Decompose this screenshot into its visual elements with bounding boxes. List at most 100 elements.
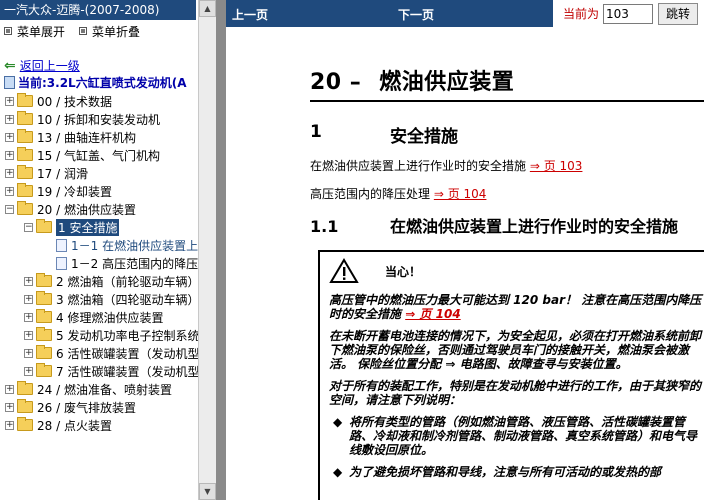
expand-toggle-icon[interactable]: +: [24, 366, 33, 376]
toc-line-text: 在燃油供应装置上进行作业时的安全措施: [310, 159, 527, 173]
caution-bullet-text: 将所有类型的管路（例如燃油管路、液压管路、活性碳罐装置管路、冷却液和制冷剂管路、…: [349, 415, 698, 457]
next-page-button[interactable]: 下一页: [398, 6, 434, 23]
page-reference-link[interactable]: ⇒ 页 104: [434, 187, 487, 201]
open-folder-icon: [36, 219, 52, 233]
folder-icon: [17, 381, 33, 395]
tree-item-label[interactable]: 6 活性碳罐装置（发动机型: [56, 345, 198, 362]
scroll-up-icon[interactable]: ▲: [199, 0, 216, 17]
tree-item-label[interactable]: 5 发动机功率电子控制系统: [56, 327, 198, 344]
vertical-scrollbar[interactable]: ▲ ▼: [198, 0, 216, 500]
navigation-pane: 一汽大众-迈腾-(2007-2008) 菜单展开 菜单折叠 ⇐ 返回上一级 当前…: [0, 0, 216, 500]
expand-toggle-icon[interactable]: +: [24, 348, 33, 358]
page-number-input[interactable]: [603, 3, 654, 24]
expand-toggle-icon[interactable]: +: [5, 402, 14, 412]
current-location: 当前:3.2L六缸直喷式发动机(A: [4, 74, 198, 91]
expand-toggle-icon[interactable]: +: [5, 96, 14, 106]
tree-item[interactable]: + 6 活性碳罐装置（发动机型: [0, 344, 198, 362]
tree-item[interactable]: + 2 燃油箱（前轮驱动车辆）: [0, 272, 198, 290]
expand-toggle-icon[interactable]: +: [5, 114, 14, 124]
section-heading: 1 安全措施: [310, 122, 704, 147]
tree-item-label[interactable]: 1－2 高压范围内的降压: [71, 255, 198, 272]
tree-item[interactable]: + 26 / 废气排放装置: [0, 398, 198, 416]
tree-item-label[interactable]: 10 / 拆卸和安装发动机: [37, 111, 160, 128]
tree-item-label[interactable]: 4 修理燃油供应装置: [56, 309, 163, 326]
tree-item-label[interactable]: 13 / 曲轴连杆机构: [37, 129, 136, 146]
collapse-toggle-icon[interactable]: −: [24, 222, 33, 232]
expand-toggle-icon[interactable]: +: [24, 276, 33, 286]
bullet-icon: ◆: [333, 415, 343, 429]
tree-item[interactable]: + 17 / 润滑: [0, 164, 198, 182]
tree-item-label[interactable]: 7 活性碳罐装置（发动机型: [56, 363, 198, 380]
square-icon: [79, 27, 88, 35]
warning-triangle-icon: [329, 258, 359, 283]
prev-page-button[interactable]: 上一页: [232, 6, 268, 23]
caution-bullet: ◆ 为了避免损坏管路和导线，注意与所有可活动的或发热的部: [329, 465, 704, 479]
expand-toggle-icon[interactable]: +: [5, 186, 14, 196]
caution-paragraph-text: 高压管中的燃油压力最大可能达到 120 bar！ 注意在高压范围内降压时的安全措…: [329, 293, 702, 321]
tree-item[interactable]: + 3 燃油箱（四轮驱动车辆）: [0, 290, 198, 308]
back-link[interactable]: 返回上一级: [20, 57, 80, 74]
tree-item-label[interactable]: 1－1 在燃油供应装置上: [71, 237, 198, 254]
tree-item-label[interactable]: 26 / 废气排放装置: [37, 399, 136, 416]
folder-icon: [36, 345, 52, 359]
tree-item-label[interactable]: 15 / 气缸盖、气门机构: [37, 147, 160, 164]
tree-item-label[interactable]: 24 / 燃油准备、喷射装置: [37, 381, 172, 398]
collapse-menu-label: 菜单折叠: [92, 24, 141, 39]
tree-item[interactable]: + 24 / 燃油准备、喷射装置: [0, 380, 198, 398]
tree-item-selected[interactable]: − 1 安全措施: [0, 218, 198, 236]
tree-item[interactable]: + 00 / 技术数据: [0, 92, 198, 110]
tree-item-label[interactable]: 2 燃油箱（前轮驱动车辆）: [56, 273, 198, 290]
tree-item-label[interactable]: 19 / 冷却装置: [37, 183, 112, 200]
document-pane: 上一页 下一页 当前为 跳转 20 – 燃油供应装置 1 安全措施 在燃油供应装置…: [216, 0, 704, 500]
expand-toggle-icon[interactable]: +: [5, 420, 14, 430]
tree-item[interactable]: + 13 / 曲轴连杆机构: [0, 128, 198, 146]
page-reference-link[interactable]: ⇒ 页 104: [405, 307, 460, 321]
toc-line-text: 高压范围内的降压处理: [310, 187, 431, 201]
scroll-down-icon[interactable]: ▼: [199, 483, 216, 500]
tree-item-label[interactable]: 17 / 润滑: [37, 165, 88, 182]
expand-toggle-icon[interactable]: +: [24, 312, 33, 322]
expand-menu-button[interactable]: 菜单展开: [4, 24, 65, 39]
tree-item-label[interactable]: 28 / 点火装置: [37, 417, 112, 434]
tree-leaf-item[interactable]: 1－1 在燃油供应装置上: [0, 236, 198, 254]
tree-item[interactable]: + 5 发动机功率电子控制系统: [0, 326, 198, 344]
current-page-label: 当前为: [563, 7, 600, 21]
folder-icon: [36, 291, 52, 305]
expand-toggle-icon[interactable]: +: [5, 384, 14, 394]
collapse-menu-button[interactable]: 菜单折叠: [79, 24, 141, 39]
subsection-number: 1.1: [310, 217, 339, 236]
back-link-row: ⇐ 返回上一级: [4, 57, 80, 74]
current-location-label: 当前:3.2L六缸直喷式发动机(A: [18, 76, 187, 90]
go-button[interactable]: 跳转: [658, 2, 699, 25]
tree-leaf-item[interactable]: 1－2 高压范围内的降压: [0, 254, 198, 272]
document-content: 20 – 燃油供应装置 1 安全措施 在燃油供应装置上进行作业时的安全措施 ⇒ 页…: [310, 64, 704, 237]
tree-item[interactable]: + 4 修理燃油供应装置: [0, 308, 198, 326]
toc-line: 在燃油供应装置上进行作业时的安全措施 ⇒ 页 103: [310, 157, 704, 174]
subsection-title: 在燃油供应装置上进行作业时的安全措施: [390, 217, 679, 236]
expand-toggle-icon[interactable]: +: [5, 168, 14, 178]
tree-item-label[interactable]: 1 安全措施: [56, 218, 120, 236]
caution-header: 当心！: [329, 258, 704, 284]
tree-item[interactable]: − 20 / 燃油供应装置: [0, 200, 198, 218]
tree-item[interactable]: + 10 / 拆卸和安装发动机: [0, 110, 198, 128]
back-arrow-icon[interactable]: ⇐: [4, 59, 16, 73]
page-icon: [56, 256, 67, 270]
expand-toggle-icon[interactable]: +: [5, 150, 14, 160]
page-jump: 当前为 跳转: [553, 0, 704, 27]
chapter-title: 燃油供应装置: [379, 70, 515, 95]
tree-item-label[interactable]: 3 燃油箱（四轮驱动车辆）: [56, 291, 198, 308]
tree-item-label[interactable]: 20 / 燃油供应装置: [37, 201, 136, 218]
expand-toggle-icon[interactable]: +: [24, 294, 33, 304]
caution-paragraph: 在未断开蓄电池连接的情况下，为安全起见，必须在打开燃油系统前卸下燃油泵的保险丝，…: [329, 329, 702, 371]
tree-item[interactable]: + 19 / 冷却装置: [0, 182, 198, 200]
expand-toggle-icon[interactable]: +: [5, 132, 14, 142]
tree-item-label[interactable]: 00 / 技术数据: [37, 93, 112, 110]
tree-item[interactable]: + 15 / 气缸盖、气门机构: [0, 146, 198, 164]
tree-item[interactable]: + 7 活性碳罐装置（发动机型: [0, 362, 198, 380]
folder-icon: [17, 93, 33, 107]
expand-toggle-icon[interactable]: +: [24, 330, 33, 340]
page-reference-link[interactable]: ⇒ 页 103: [530, 159, 583, 173]
tree-item[interactable]: + 28 / 点火装置: [0, 416, 198, 434]
collapse-toggle-icon[interactable]: −: [5, 204, 14, 214]
folder-icon: [17, 165, 33, 179]
